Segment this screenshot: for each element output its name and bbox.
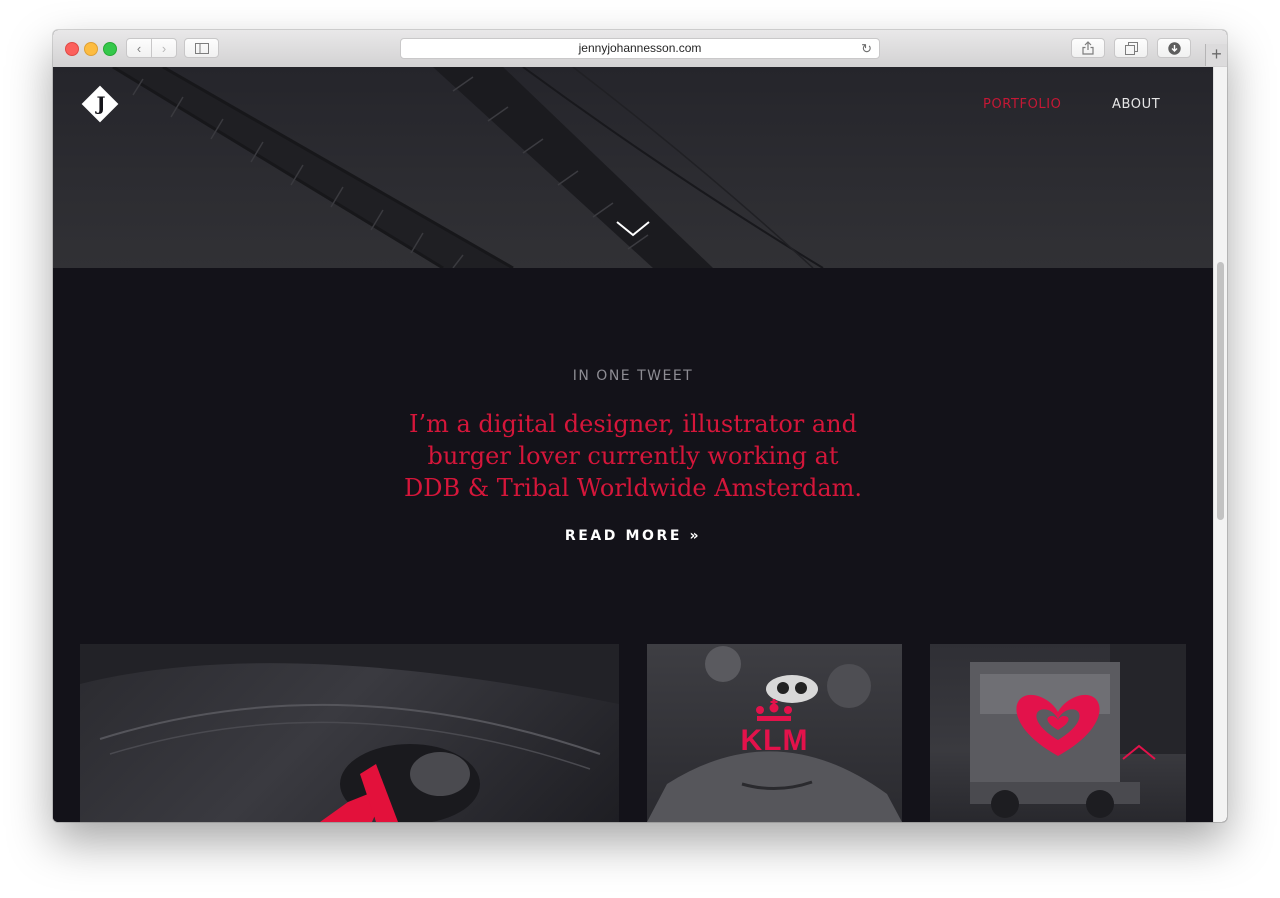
intro-tweet: I’m a digital designer, illustrator and … (333, 408, 933, 504)
chevron-up-icon[interactable] (1121, 743, 1157, 761)
share-button[interactable] (1071, 38, 1105, 58)
tweet-line: DDB & Tribal Worldwide Amsterdam. (403, 474, 863, 502)
logo-letter: J (96, 93, 106, 115)
scrollbar-thumb[interactable] (1217, 262, 1224, 520)
eye-illustration-image (80, 644, 619, 822)
tweet-line: I’m a digital designer, illustrator and (409, 410, 857, 438)
klm-logo-text: KLM (740, 724, 809, 757)
portfolio-card-eye[interactable] (80, 644, 619, 822)
browser-window: ‹ › jennyjohannesson.com ↻ + J PORTFOLIO… (53, 30, 1227, 822)
page-viewport: J PORTFOLIO ABOUT IN ONE TWEET I’m a dig… (53, 67, 1227, 822)
chevron-right-icon: › (161, 40, 167, 56)
chevron-down-icon[interactable] (615, 219, 651, 239)
new-tab-button[interactable]: + (1205, 44, 1227, 66)
read-more-link[interactable]: READ MORE » (53, 528, 1213, 544)
close-window-button[interactable] (65, 42, 79, 56)
share-icon (1082, 41, 1094, 55)
nav-portfolio-link[interactable]: PORTFOLIO (983, 97, 1062, 112)
downloads-button[interactable] (1157, 38, 1191, 58)
ice-cream-truck-image (970, 644, 1186, 818)
forward-button[interactable]: › (151, 38, 177, 58)
minimize-window-button[interactable] (84, 42, 98, 56)
zoom-window-button[interactable] (103, 42, 117, 56)
address-bar[interactable]: jennyjohannesson.com ↻ (400, 38, 880, 59)
show-tabs-button[interactable] (1114, 38, 1148, 58)
hero-banner: J PORTFOLIO ABOUT (53, 67, 1213, 268)
reload-icon[interactable]: ↻ (861, 39, 872, 58)
intro-kicker: IN ONE TWEET (572, 368, 694, 384)
portfolio-card-klm[interactable]: KLM (647, 644, 902, 822)
sidebar-icon (194, 42, 209, 54)
tweet-line: burger lover currently working at (427, 442, 839, 470)
nav-about-link[interactable]: ABOUT (1112, 97, 1160, 112)
browser-toolbar: ‹ › jennyjohannesson.com ↻ + (53, 30, 1227, 68)
sidebar-toggle-button[interactable] (184, 38, 219, 58)
chevron-left-icon: ‹ (136, 40, 142, 56)
tabs-icon (1124, 41, 1138, 55)
url-text: jennyjohannesson.com (578, 41, 702, 55)
back-button[interactable]: ‹ (126, 38, 152, 58)
download-icon (1167, 41, 1181, 55)
portfolio-card-heart[interactable] (930, 644, 1186, 822)
